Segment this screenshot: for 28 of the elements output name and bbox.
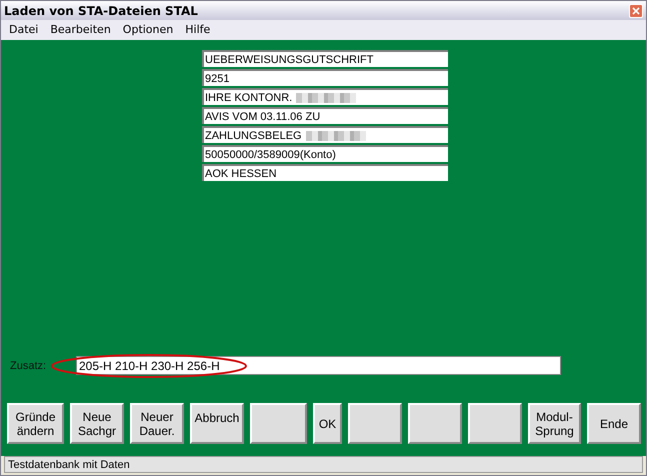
toolbar-button[interactable]: OK bbox=[313, 403, 342, 444]
close-button[interactable] bbox=[629, 4, 643, 18]
zusatz-input[interactable]: 205-H 210-H 230-H 256-H bbox=[76, 356, 561, 375]
text-field[interactable]: ZAHLUNGSBELEG bbox=[202, 126, 448, 143]
toolbar-button[interactable] bbox=[250, 403, 307, 444]
toolbar-button[interactable]: Neue Sachgr bbox=[70, 403, 124, 444]
text-field[interactable]: AVIS VOM 03.11.06 ZU bbox=[202, 107, 448, 124]
toolbar-button[interactable] bbox=[408, 403, 462, 444]
text-field[interactable]: IHRE KONTONR. bbox=[202, 88, 448, 105]
menu-item[interactable]: Datei bbox=[3, 22, 44, 36]
toolbar-button[interactable]: Neuer Dauer. bbox=[130, 403, 184, 444]
close-icon bbox=[632, 6, 640, 14]
toolbar-button[interactable] bbox=[348, 403, 402, 444]
toolbar-button[interactable]: Ende bbox=[587, 403, 641, 444]
zusatz-label: Zusatz: bbox=[10, 360, 48, 372]
status-bar: Testdatenbank mit Daten bbox=[4, 456, 643, 473]
text-field[interactable]: UEBERWEISUNGSGUTSCHRIFT bbox=[202, 50, 448, 67]
toolbar-button[interactable]: Gründe ändern bbox=[7, 403, 64, 444]
window-title: Laden von STA-Dateien STAL bbox=[4, 4, 198, 18]
menu-item[interactable]: Optionen bbox=[116, 22, 180, 36]
text-field[interactable]: 9251 bbox=[202, 69, 448, 86]
text-field[interactable]: 50050000/3589009(Konto) bbox=[202, 145, 448, 162]
toolbar-button[interactable]: Modul- Sprung bbox=[528, 403, 581, 444]
menu-item[interactable]: Bearbeiten bbox=[44, 22, 117, 36]
text-field[interactable]: AOK HESSEN bbox=[202, 164, 448, 181]
menu-item[interactable]: Hilfe bbox=[179, 22, 216, 36]
toolbar-button[interactable]: Abbruch bbox=[190, 403, 244, 444]
toolbar-button[interactable] bbox=[468, 403, 522, 444]
